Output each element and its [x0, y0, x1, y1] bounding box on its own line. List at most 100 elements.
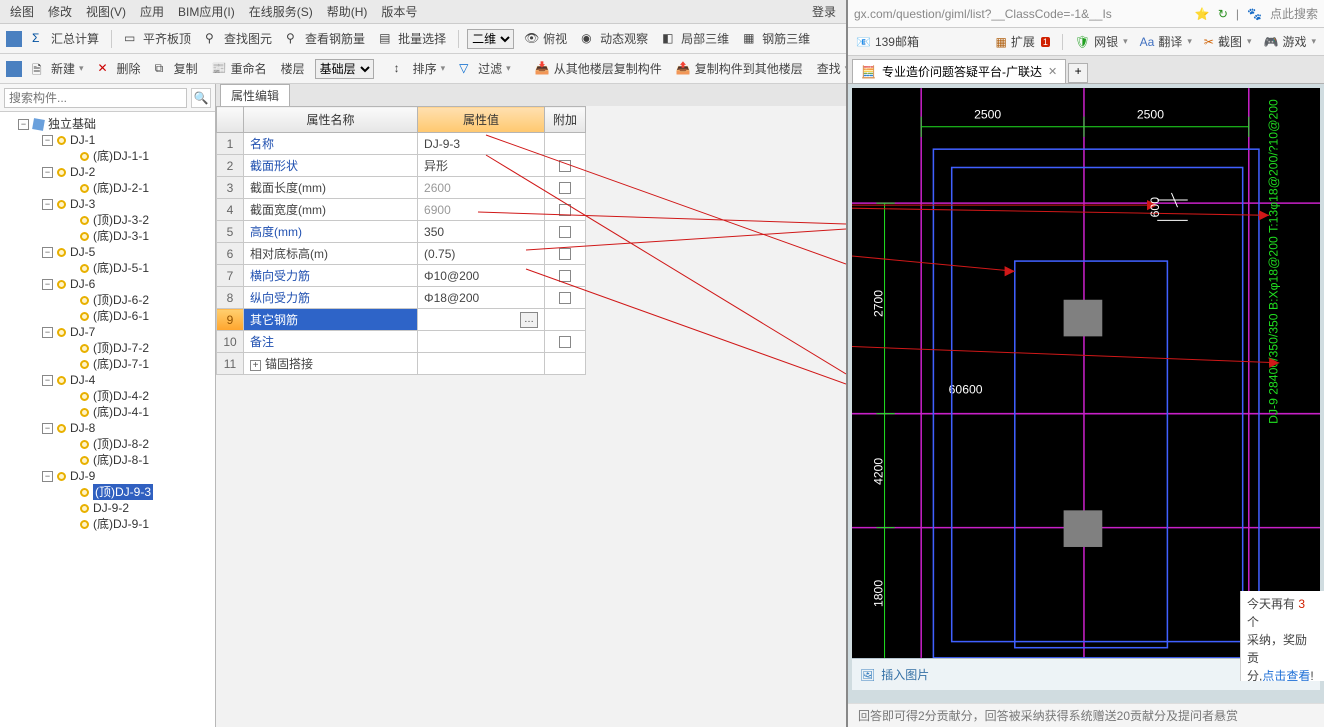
tree-item[interactable]: (底)DJ-6-1 — [0, 308, 215, 324]
bookmark-snip[interactable]: ✂截图▾ — [1204, 33, 1252, 50]
checkbox[interactable] — [559, 336, 571, 348]
menu-view[interactable]: 视图(V) — [80, 1, 132, 22]
property-row[interactable]: 4截面宽度(mm)6900 — [217, 199, 586, 221]
close-panel-icon[interactable] — [6, 31, 22, 47]
tree-item[interactable]: DJ-9-2 — [0, 500, 215, 516]
menu-apply[interactable]: 应用 — [134, 1, 170, 22]
property-value[interactable] — [418, 353, 545, 375]
tree-item[interactable]: (底)DJ-7-1 — [0, 356, 215, 372]
btn-rebar-3d[interactable]: ▦钢筋三维 — [739, 28, 814, 49]
btn-sum-compute[interactable]: Σ汇总计算 — [28, 28, 103, 49]
btn-rebar-qty[interactable]: ⚲查看钢筋量 — [282, 28, 369, 49]
btn-flat-board[interactable]: ▭平齐板顶 — [120, 28, 195, 49]
search-button[interactable]: 🔍 — [191, 88, 211, 108]
tree-item[interactable]: (底)DJ-9-1 — [0, 516, 215, 532]
tree-item[interactable]: (顶)DJ-3-2 — [0, 212, 215, 228]
property-row[interactable]: 2截面形状异形 — [217, 155, 586, 177]
property-row[interactable]: 5高度(mm)350 — [217, 221, 586, 243]
bookmark-translate[interactable]: Aа翻译▾ — [1140, 33, 1192, 50]
btn-new[interactable]: 🗎新建▾ — [28, 58, 88, 79]
btn-dynamic-orbit[interactable]: ◉动态观察 — [577, 28, 652, 49]
property-attach[interactable] — [545, 221, 586, 243]
tree-root[interactable]: −独立基础 — [0, 116, 215, 132]
new-tab-button[interactable]: + — [1068, 63, 1088, 83]
menu-bim[interactable]: BIM应用(I) — [172, 1, 241, 22]
close-tab-icon[interactable]: ✕ — [1048, 65, 1057, 78]
property-attach[interactable] — [545, 177, 586, 199]
tree-item[interactable]: (底)DJ-3-1 — [0, 228, 215, 244]
property-attach[interactable] — [545, 199, 586, 221]
btn-find-element[interactable]: ⚲查找图元 — [201, 28, 276, 49]
property-attach[interactable] — [545, 309, 586, 331]
property-value[interactable]: DJ-9-3 — [418, 133, 545, 155]
tree-item[interactable]: (底)DJ-5-1 — [0, 260, 215, 276]
property-value[interactable]: (0.75) — [418, 243, 545, 265]
tree-item[interactable]: (顶)DJ-4-2 — [0, 388, 215, 404]
property-value[interactable]: 6900 — [418, 199, 545, 221]
tree-group[interactable]: −DJ-4 — [0, 372, 215, 388]
bookmark-game[interactable]: 🎮游戏▾ — [1264, 33, 1317, 50]
tab-property-edit[interactable]: 属性编辑 — [220, 84, 290, 106]
menu-online[interactable]: 在线服务(S) — [243, 1, 319, 22]
checkbox[interactable] — [559, 182, 571, 194]
tree-item[interactable]: (顶)DJ-9-3 — [0, 484, 215, 500]
tree-item[interactable]: (底)DJ-8-1 — [0, 452, 215, 468]
property-attach[interactable] — [545, 243, 586, 265]
property-row[interactable]: 3截面长度(mm)2600 — [217, 177, 586, 199]
checkbox[interactable] — [559, 248, 571, 260]
checkbox[interactable] — [559, 226, 571, 238]
favorite-icon[interactable]: ⭐ — [1195, 7, 1210, 21]
close-panel-icon[interactable] — [6, 61, 22, 77]
property-value[interactable]: Φ18@200 — [418, 287, 545, 309]
tree-group[interactable]: −DJ-1 — [0, 132, 215, 148]
btn-rename[interactable]: 📰重命名 — [208, 58, 271, 79]
property-value[interactable]: 异形 — [418, 155, 545, 177]
property-attach[interactable] — [545, 155, 586, 177]
baidu-icon[interactable]: 🐾 — [1247, 7, 1262, 21]
tree-group[interactable]: −DJ-3 — [0, 196, 215, 212]
menu-modify[interactable]: 修改 — [42, 1, 78, 22]
tree-group[interactable]: −DJ-2 — [0, 164, 215, 180]
menu-help[interactable]: 帮助(H) — [321, 1, 374, 22]
property-value[interactable]: … — [418, 309, 545, 331]
property-attach[interactable] — [545, 353, 586, 375]
search-input[interactable] — [4, 88, 187, 108]
btn-find[interactable]: 查找▾ — [813, 58, 846, 79]
view-mode-select[interactable]: 二维 — [467, 29, 514, 49]
component-tree[interactable]: −独立基础−DJ-1(底)DJ-1-1−DJ-2(底)DJ-2-1−DJ-3(顶… — [0, 112, 215, 727]
property-attach[interactable] — [545, 133, 586, 155]
tree-item[interactable]: (底)DJ-1-1 — [0, 148, 215, 164]
property-value[interactable]: Φ10@200 — [418, 265, 545, 287]
checkbox[interactable] — [559, 270, 571, 282]
property-row[interactable]: 9其它钢筋… — [217, 309, 586, 331]
property-attach[interactable] — [545, 331, 586, 353]
tree-group[interactable]: −DJ-5 — [0, 244, 215, 260]
btn-local-3d[interactable]: ◧局部三维 — [658, 28, 733, 49]
property-row[interactable]: 6相对底标高(m)(0.75) — [217, 243, 586, 265]
login-link[interactable]: 登录 — [806, 1, 842, 22]
bookmark-mail[interactable]: 📧139邮箱 — [856, 33, 919, 50]
checkbox[interactable] — [559, 292, 571, 304]
property-attach[interactable] — [545, 287, 586, 309]
btn-delete[interactable]: ✕删除 — [94, 58, 145, 79]
property-row[interactable]: 11+锚固搭接 — [217, 353, 586, 375]
tree-group[interactable]: −DJ-7 — [0, 324, 215, 340]
bookmark-ext[interactable]: ▦扩展1 — [996, 33, 1050, 50]
property-value[interactable] — [418, 331, 545, 353]
property-row[interactable]: 8纵向受力筋Φ18@200 — [217, 287, 586, 309]
tree-item[interactable]: (顶)DJ-6-2 — [0, 292, 215, 308]
checkbox[interactable] — [559, 204, 571, 216]
tree-group[interactable]: −DJ-8 — [0, 420, 215, 436]
btn-copy-to-floor[interactable]: 📤复制构件到其他楼层 — [672, 58, 807, 79]
property-row[interactable]: 10备注 — [217, 331, 586, 353]
floor-select[interactable]: 基础层 — [315, 59, 374, 79]
btn-filter[interactable]: ▽过滤▾ — [455, 58, 515, 79]
menu-draw[interactable]: 绘图 — [4, 1, 40, 22]
btn-copy-from-floor[interactable]: 📥从其他楼层复制构件 — [531, 58, 666, 79]
tree-group[interactable]: −DJ-9 — [0, 468, 215, 484]
tree-item[interactable]: (底)DJ-2-1 — [0, 180, 215, 196]
btn-copy[interactable]: ⧉复制 — [151, 58, 202, 79]
view-reward-link[interactable]: 点击查看 — [1262, 669, 1310, 681]
property-row[interactable]: 1名称DJ-9-3 — [217, 133, 586, 155]
btn-sort[interactable]: ↕排序▾ — [390, 58, 450, 79]
